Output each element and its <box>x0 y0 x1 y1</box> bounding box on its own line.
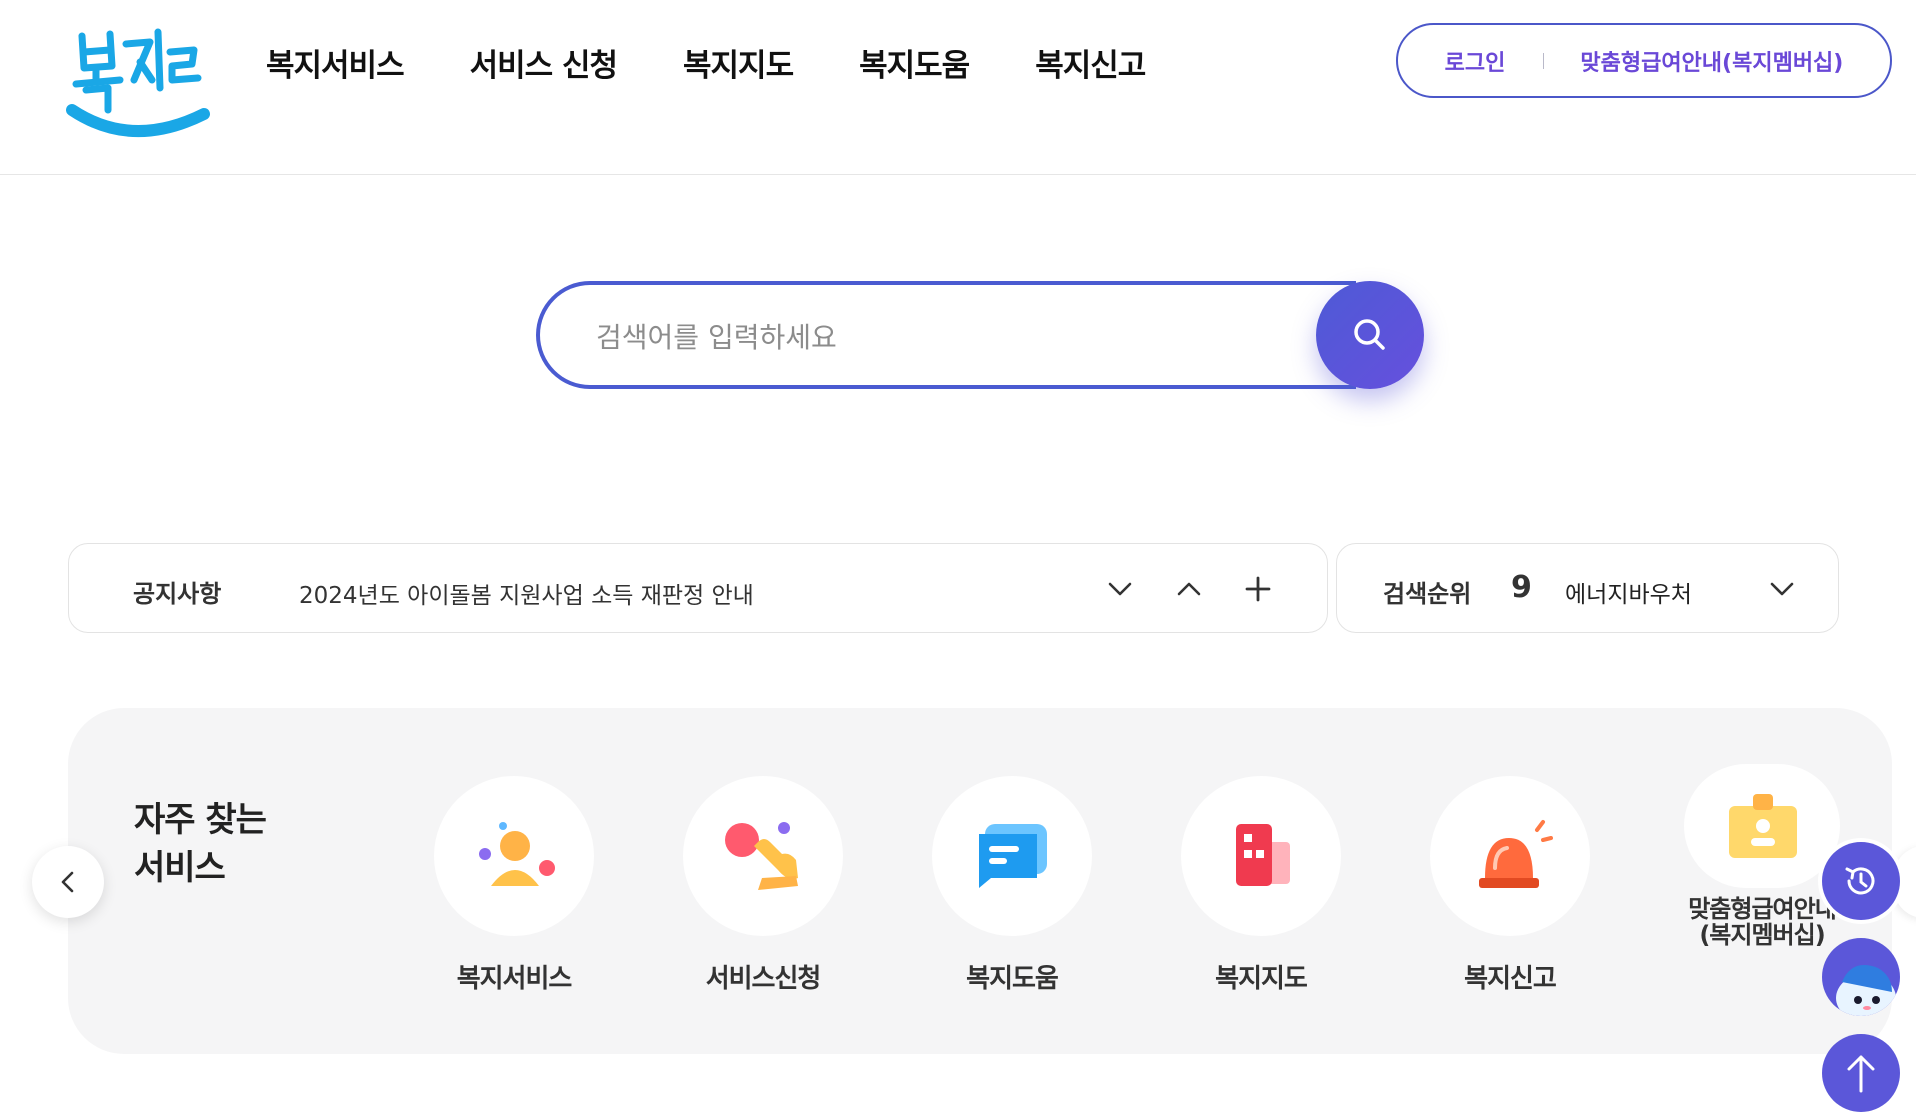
auth-divider <box>1543 52 1545 69</box>
chevron-left-icon <box>61 871 74 893</box>
carousel-prev-button[interactable] <box>32 846 104 918</box>
search-bar <box>536 281 1424 389</box>
service-icon-circle <box>1181 776 1341 936</box>
chevron-up-icon <box>1177 582 1201 596</box>
notice-text[interactable]: 2024년도 아이돌봄 지원사업 소득 재판정 안내 <box>299 576 754 610</box>
tap-hand-icon <box>725 822 798 890</box>
notice-more-button[interactable] <box>1241 572 1275 606</box>
arrow-up-icon <box>1847 1055 1875 1093</box>
scroll-top-button[interactable] <box>1822 1034 1900 1112</box>
nav-welfare-service[interactable]: 복지서비스 <box>266 40 405 85</box>
notice-prev-button[interactable] <box>1172 572 1206 606</box>
map-building-icon <box>1236 824 1290 886</box>
frequent-services-title: 자주 찾는 서비스 <box>134 796 334 892</box>
service-welfare-map[interactable]: 복지지도 <box>1151 776 1371 995</box>
history-icon <box>1845 867 1875 895</box>
service-label: 복지도움 <box>966 964 1059 994</box>
service-welfare-service[interactable]: 복지서비스 <box>404 776 624 995</box>
nav-welfare-report[interactable]: 복지신고 <box>1035 40 1146 85</box>
main-nav: 복지서비스 서비스 신청 복지지도 복지도움 복지신고 <box>266 40 1211 85</box>
logo-icon <box>66 28 210 138</box>
ranking-label: 검색순위 <box>1383 580 1472 608</box>
auth-box: 로그인 맞춤형급여안내(복지멤버십) <box>1396 23 1892 98</box>
nav-welfare-help[interactable]: 복지도움 <box>859 40 970 85</box>
service-icon-circle <box>932 776 1092 936</box>
service-label: 복지서비스 <box>456 964 573 994</box>
notice-next-button[interactable] <box>1103 572 1137 606</box>
search-field-box <box>536 281 1356 389</box>
notice-label: 공지사항 <box>133 580 222 608</box>
search-button[interactable] <box>1316 281 1424 389</box>
history-button[interactable] <box>1822 842 1900 920</box>
service-welfare-help[interactable]: 복지도움 <box>902 776 1122 995</box>
people-icon <box>479 822 555 886</box>
service-icon-circle <box>683 776 843 936</box>
search-input[interactable] <box>596 315 1296 359</box>
chatbot-button[interactable] <box>1822 938 1900 1016</box>
siren-icon <box>1479 820 1553 888</box>
search-icon <box>1354 319 1385 350</box>
service-icon-circle <box>1430 776 1590 936</box>
chatbot-icon <box>1836 965 1896 1016</box>
chevron-down-icon <box>1108 582 1132 596</box>
service-label: 복지지도 <box>1215 964 1308 994</box>
nav-welfare-map[interactable]: 복지지도 <box>683 40 794 85</box>
service-service-apply[interactable]: 서비스신청 <box>653 776 873 995</box>
service-label: 복지신고 <box>1464 964 1557 994</box>
plus-icon <box>1245 576 1271 602</box>
service-welfare-report[interactable]: 복지신고 <box>1400 776 1620 995</box>
service-icon-circle <box>1684 764 1840 888</box>
service-icon-circle <box>434 776 594 936</box>
nav-service-apply[interactable]: 서비스 신청 <box>470 40 618 85</box>
notice-bar: 공지사항 2024년도 아이돌봄 지원사업 소득 재판정 안내 <box>68 543 1328 633</box>
ranking-number: 9 <box>1511 570 1532 605</box>
login-link[interactable]: 로그인 <box>1445 45 1506 77</box>
ranking-keyword[interactable]: 에너지바우처 <box>1565 575 1692 609</box>
frequent-title-line1: 자주 찾는 <box>134 800 267 840</box>
membership-link[interactable]: 맞춤형급여안내(복지멤버십) <box>1580 45 1843 77</box>
logo[interactable] <box>62 18 212 148</box>
chat-bubble-icon <box>977 824 1047 888</box>
frequent-title-line2: 서비스 <box>134 848 226 888</box>
id-card-icon <box>1729 794 1797 858</box>
ranking-expand-button[interactable] <box>1765 572 1799 606</box>
site-header: 복지서비스 서비스 신청 복지지도 복지도움 복지신고 로그인 맞춤형급여안내(… <box>0 0 1916 175</box>
chevron-down-icon <box>1770 582 1794 596</box>
service-label: 서비스신청 <box>705 964 822 994</box>
search-ranking: 검색순위 9 에너지바우처 <box>1336 543 1839 633</box>
